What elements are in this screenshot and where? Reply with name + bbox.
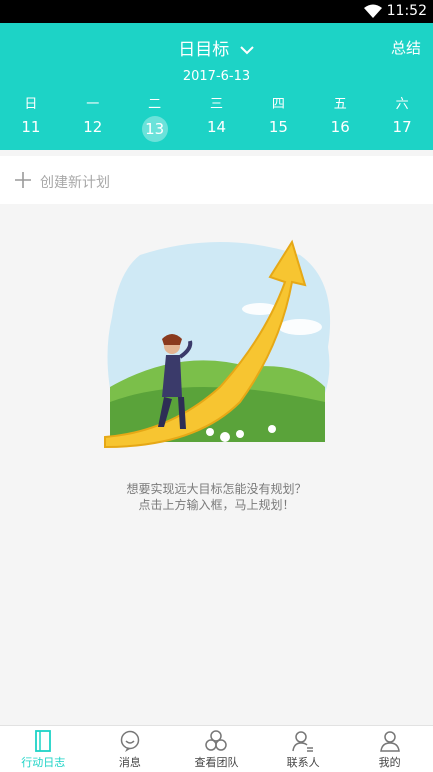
day-cell-selected[interactable]: 13 [124, 116, 186, 142]
team-icon [205, 730, 228, 751]
tab-label: 联系人 [286, 756, 320, 769]
weekday-label: 五 [333, 97, 347, 112]
tab-label: 查看团队 [194, 756, 239, 769]
tab-contacts[interactable]: 联系人 [260, 726, 347, 772]
create-plan-placeholder: 创建新计划 [40, 175, 110, 191]
goal-illustration [104, 239, 331, 449]
weekday-label: 六 [395, 97, 409, 112]
day-row: 11 12 13 14 15 16 17 [0, 116, 433, 142]
chevron-down-icon [239, 46, 254, 55]
create-plan-input[interactable]: 创建新计划 [0, 156, 433, 204]
empty-state-message: 想要实现远大目标怎能没有规划？ 点击上方输入框，马上规划！ [0, 481, 433, 513]
day-number: 14 [206, 118, 227, 136]
journal-icon [35, 730, 52, 752]
empty-state-line: 点击上方输入框，马上规划！ [138, 498, 295, 512]
empty-state-line: 想要实现远大目标怎能没有规划？ [126, 482, 307, 496]
tab-label: 行动日志 [21, 756, 66, 769]
day-number: 17 [392, 118, 412, 136]
day-number: 16 [330, 118, 350, 136]
tab-team[interactable]: 查看团队 [173, 726, 260, 772]
weekday-label: 二 [148, 97, 162, 112]
plus-icon [15, 172, 31, 188]
contacts-icon [292, 731, 314, 752]
day-number: 13 [141, 116, 168, 142]
tab-messages[interactable]: 消息 [87, 726, 174, 772]
page-title: 日目标 [178, 40, 230, 60]
day-cell[interactable]: 16 [309, 116, 371, 142]
tab-label: 我的 [378, 756, 401, 769]
profile-icon [379, 731, 400, 752]
day-number: 11 [21, 118, 41, 136]
summary-button[interactable]: 总结 [391, 37, 421, 58]
bottom-tab-bar: 行动日志 消息 查看团队 联系人 我的 [0, 725, 433, 772]
tab-journal[interactable]: 行动日志 [0, 726, 87, 772]
status-bar: 11:52 [0, 0, 433, 23]
goal-type-selector[interactable]: 日目标 [0, 35, 433, 60]
weekday-row: 日 一 二 三 四 五 六 [0, 93, 433, 112]
wifi-icon [364, 4, 382, 18]
weekday-label: 日 [24, 97, 38, 112]
weekday-label: 四 [271, 97, 285, 112]
current-date: 2017-6-13 [182, 69, 251, 84]
tab-profile[interactable]: 我的 [346, 726, 433, 772]
day-cell[interactable]: 14 [186, 116, 248, 142]
tab-label: 消息 [118, 756, 141, 769]
day-cell[interactable]: 15 [247, 116, 309, 142]
day-cell[interactable]: 17 [371, 116, 433, 142]
day-cell[interactable]: 12 [62, 116, 124, 142]
day-number: 12 [83, 118, 103, 136]
calendar-header: 日目标 总结 2017-6-13 日 一 二 三 四 五 六 11 12 13 … [0, 23, 433, 150]
weekday-label: 三 [210, 97, 224, 112]
status-time: 11:52 [386, 3, 427, 19]
weekday-label: 一 [86, 97, 100, 112]
day-cell[interactable]: 11 [0, 116, 62, 142]
day-number: 15 [268, 118, 288, 136]
message-icon [120, 730, 140, 752]
